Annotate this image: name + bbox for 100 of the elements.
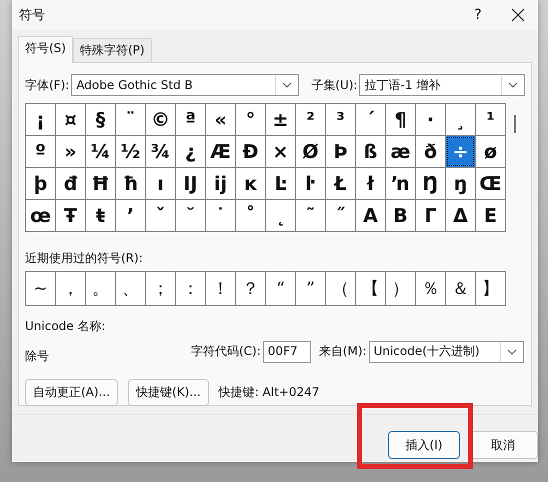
symbol-cell[interactable]: Æ <box>206 136 235 167</box>
symbol-cell[interactable]: ¡ <box>26 104 55 135</box>
symbol-cell[interactable]: Ŧ <box>56 200 85 231</box>
insert-button[interactable]: 插入(I) <box>388 431 460 459</box>
symbol-cell[interactable]: ʼ <box>116 200 145 231</box>
symbol-cell[interactable]: ŀ <box>296 168 325 199</box>
dropdown[interactable]: Unicode(十六进制) <box>368 340 524 362</box>
symbol-cell[interactable]: ð <box>416 136 445 167</box>
recent-symbol-cell[interactable]: ； <box>146 272 175 305</box>
symbol-cell[interactable]: Þ <box>326 136 355 167</box>
symbol-cell[interactable]: ˙ <box>206 200 235 231</box>
char-code-field[interactable]: 00F7 <box>262 340 311 362</box>
symbol-cell[interactable]: ŧ <box>86 200 115 231</box>
symbol-cell[interactable]: Δ <box>446 200 475 231</box>
symbol-cell[interactable]: đ <box>56 168 85 199</box>
recent-symbol-cell[interactable]: “ <box>266 272 295 305</box>
symbol-cell[interactable]: æ <box>386 136 415 167</box>
symbol-cell[interactable]: ° <box>236 104 265 135</box>
recent-symbol-cell[interactable]: ％ <box>416 272 445 305</box>
recent-symbol-cell[interactable]: ！ <box>206 272 235 305</box>
window-title: 符号 <box>19 7 46 24</box>
symbol-cell[interactable]: ÷ <box>446 136 475 167</box>
symbol-cell[interactable]: ½ <box>116 136 145 167</box>
symbol-cell[interactable]: ¤ <box>56 104 85 135</box>
symbol-cell[interactable]: Ŋ <box>416 168 445 199</box>
symbol-cell[interactable]: ¾ <box>146 136 175 167</box>
symbol-cell[interactable]: ĳ <box>206 168 235 199</box>
symbol-cell[interactable]: Γ <box>416 200 445 231</box>
symbol-cell[interactable]: ˚ <box>236 200 265 231</box>
symbol-cell[interactable]: Ŀ <box>266 168 295 199</box>
symbol-cell[interactable]: ˛ <box>266 200 295 231</box>
recent-symbol-cell[interactable]: 、 <box>116 272 145 305</box>
tab[interactable]: 特殊字符(P) <box>72 38 152 62</box>
recent-symbol-cell[interactable]: ＆ <box>446 272 475 305</box>
recent-symbol-cell[interactable]: 】 <box>476 272 505 305</box>
symbol-cell[interactable]: ħ <box>116 168 145 199</box>
symbol-cell[interactable]: ´ <box>356 104 385 135</box>
symbol-cell[interactable]: ŋ <box>446 168 475 199</box>
shortcut-key-text: 快捷键: Alt+0247 <box>218 384 320 401</box>
dropdown[interactable]: 拉丁语-1 增补 <box>359 74 525 96</box>
recent-symbol-cell[interactable]: ） <box>386 272 415 305</box>
symbol-cell[interactable]: ± <box>266 104 295 135</box>
symbol-cell[interactable]: Β <box>386 200 415 231</box>
autocorrect-button[interactable]: 自动更正(A)... <box>25 379 118 406</box>
recent-symbol-cell[interactable]: 【 <box>356 272 385 305</box>
help-button[interactable]: ? <box>458 7 498 23</box>
symbol-cell[interactable]: ĸ <box>236 168 265 199</box>
shortcut-key-button[interactable]: 快捷键(K)... <box>128 379 209 406</box>
symbol-cell[interactable]: œ <box>26 200 55 231</box>
symbol-cell[interactable]: ı <box>146 168 175 199</box>
symbol-cell[interactable]: Ε <box>476 200 505 231</box>
from-label: 来自(M): <box>318 343 367 360</box>
symbol-cell[interactable]: ß <box>356 136 385 167</box>
symbol-cell[interactable]: × <box>266 136 295 167</box>
symbol-cell[interactable]: Ð <box>236 136 265 167</box>
recent-symbols-label: 近期使用过的符号(R): <box>25 250 144 267</box>
recent-symbol-cell[interactable]: （ <box>326 272 355 305</box>
symbol-cell[interactable]: ˘ <box>176 200 205 231</box>
symbol-cell[interactable]: Ø <box>296 136 325 167</box>
symbol-cell[interactable]: ¹ <box>476 104 505 135</box>
dropdown[interactable]: Adobe Gothic Std B <box>71 74 300 96</box>
recent-symbol-cell[interactable]: ~ <box>26 272 55 305</box>
symbol-cell[interactable]: ø <box>476 136 505 167</box>
symbol-cell[interactable]: þ <box>26 168 55 199</box>
symbol-cell[interactable]: ¼ <box>86 136 115 167</box>
symbol-cell[interactable]: Α <box>356 200 385 231</box>
tab[interactable]: 符号(S) <box>18 36 73 63</box>
symbol-cell[interactable]: ¶ <box>386 104 415 135</box>
symbol-cell[interactable]: ³ <box>326 104 355 135</box>
symbol-cell[interactable]: Œ <box>476 168 505 199</box>
char-code-label: 字符代码(C): <box>191 343 261 360</box>
symbol-cell[interactable]: ² <box>296 104 325 135</box>
unicode-name-label: Unicode 名称: <box>25 318 106 335</box>
recent-symbol-cell[interactable]: 。 <box>86 272 115 305</box>
symbol-cell[interactable]: Ħ <box>86 168 115 199</box>
symbol-cell[interactable]: Ĳ <box>176 168 205 199</box>
symbol-cell[interactable]: ˜ <box>296 200 325 231</box>
recent-symbol-cell[interactable]: ” <box>296 272 325 305</box>
symbol-cell[interactable]: § <box>86 104 115 135</box>
recent-symbol-cell[interactable]: ？ <box>236 272 265 305</box>
symbol-cell[interactable]: ŉ <box>386 168 415 199</box>
font-label: 字体(F): <box>25 76 70 94</box>
recent-symbol-cell[interactable]: ， <box>56 272 85 305</box>
symbol-cell[interactable]: © <box>146 104 175 135</box>
symbol-cell[interactable]: · <box>416 104 445 135</box>
symbol-cell[interactable]: ˇ <box>146 200 175 231</box>
symbol-cell[interactable]: « <box>206 104 235 135</box>
symbol-cell[interactable]: ¨ <box>116 104 145 135</box>
symbol-cell[interactable]: º <box>26 136 55 167</box>
symbol-cell[interactable]: ¿ <box>176 136 205 167</box>
recent-symbol-cell[interactable]: ： <box>176 272 205 305</box>
symbol-cell[interactable]: ł <box>356 168 385 199</box>
subset-label: 子集(U): <box>311 76 358 94</box>
symbol-cell[interactable]: ˝ <box>326 200 355 231</box>
unicode-name-value: 除号 <box>25 348 50 365</box>
symbol-cell[interactable]: » <box>56 136 85 167</box>
symbol-cell[interactable]: ¸ <box>446 104 475 135</box>
symbol-cell[interactable]: Ł <box>326 168 355 199</box>
scrollbar-thumb-icon[interactable] <box>514 115 516 133</box>
symbol-cell[interactable]: ª <box>176 104 205 135</box>
